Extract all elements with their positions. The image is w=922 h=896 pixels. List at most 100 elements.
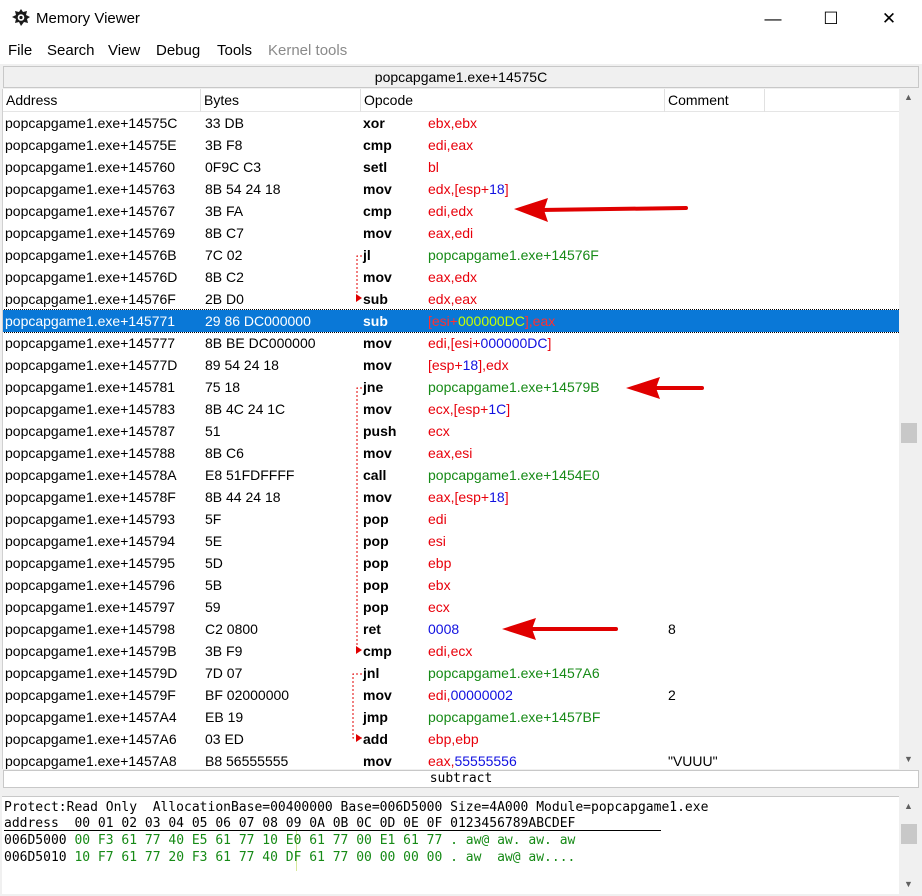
row-bytes: 8B 44 24 18: [205, 489, 281, 505]
disassembler-scrollbar[interactable]: ▲ ▼: [900, 89, 918, 769]
hex-line[interactable]: 006D5000 00 F3 61 77 40 E5 61 77 10 E0 6…: [4, 832, 575, 849]
menu-view[interactable]: View: [108, 42, 140, 59]
cheat-engine-icon: [12, 9, 30, 26]
table-row[interactable]: popcapgame1.exe+14578F 8B 44 24 18 mov eax,…: [3, 486, 899, 508]
table-row[interactable]: popcapgame1.exe+145771 29 86 DC000000 sub […: [3, 309, 899, 333]
row-operands: [esp+18],edx: [428, 354, 509, 376]
scroll-down-icon[interactable]: ▼: [900, 876, 917, 893]
maximize-button[interactable]: ☐: [802, 0, 860, 38]
table-row[interactable]: popcapgame1.exe+145788 8B C6 mov eax,esi: [3, 442, 899, 464]
row-bytes: 5D: [205, 555, 223, 571]
hex-view[interactable]: Protect:Read Only AllocationBase=0040000…: [2, 796, 899, 894]
operand-token: 000000DC: [457, 313, 525, 329]
table-row[interactable]: popcapgame1.exe+145787 51 push ecx: [3, 420, 899, 442]
row-opcode: cmp: [363, 203, 392, 219]
row-address: popcapgame1.exe+145793: [5, 511, 176, 527]
column-comment[interactable]: Comment: [665, 89, 765, 112]
row-operands: eax,esi: [428, 442, 472, 464]
hex-ascii: . aw aw@ aw....: [442, 850, 576, 865]
table-row[interactable]: popcapgame1.exe+145783 8B 4C 24 1C mov ecx,…: [3, 398, 899, 420]
table-row[interactable]: popcapgame1.exe+1457A6 03 ED add ebp,ebp: [3, 728, 899, 750]
row-address: popcapgame1.exe+145796: [5, 577, 176, 593]
row-address: popcapgame1.exe+145798: [5, 621, 176, 637]
row-operands: popcapgame1.exe+14579B: [428, 376, 600, 398]
table-row[interactable]: popcapgame1.exe+14578A E8 51FDFFFF call pop…: [3, 464, 899, 486]
scroll-up-icon[interactable]: ▲: [900, 89, 917, 106]
table-row[interactable]: popcapgame1.exe+14579D 7D 07 jnl popcapgame…: [3, 662, 899, 684]
current-address-header[interactable]: popcapgame1.exe+14575C: [3, 66, 919, 88]
row-address: popcapgame1.exe+14575E: [5, 137, 177, 153]
table-row[interactable]: popcapgame1.exe+145777 8B BE DC000000 mov e…: [3, 332, 899, 354]
menu-bar: File Search View Debug Tools Kernel tool…: [0, 38, 922, 64]
column-opcode[interactable]: Opcode: [361, 89, 665, 112]
operand-token: 00000002: [450, 687, 513, 703]
column-bytes[interactable]: Bytes: [201, 89, 361, 112]
table-row[interactable]: popcapgame1.exe+145796 5B pop ebx: [3, 574, 899, 596]
row-operands: eax,edi: [428, 222, 473, 244]
table-row[interactable]: popcapgame1.exe+145794 5E pop esi: [3, 530, 899, 552]
row-opcode: mov: [363, 225, 392, 241]
table-row[interactable]: popcapgame1.exe+1457A8 B8 56555555 mov eax,…: [3, 750, 899, 769]
row-opcode: sub: [363, 291, 388, 307]
table-row[interactable]: popcapgame1.exe+145797 59 pop ecx: [3, 596, 899, 618]
menu-search[interactable]: Search: [47, 42, 95, 59]
row-operands: edi,edx: [428, 200, 473, 222]
table-row[interactable]: popcapgame1.exe+14579B 3B F9 cmp edi,ecx: [3, 640, 899, 662]
operand-token: 000000DC: [480, 335, 548, 351]
row-address: popcapgame1.exe+14579B: [5, 643, 177, 659]
hex-scrollbar[interactable]: ▲ ▼: [900, 796, 918, 894]
table-row[interactable]: popcapgame1.exe+14576F 2B D0 sub edx,eax: [3, 288, 899, 310]
hex-address: 006D5010: [4, 850, 67, 865]
row-bytes: 8B 54 24 18: [205, 181, 281, 197]
scroll-thumb[interactable]: [901, 423, 917, 443]
scroll-up-icon[interactable]: ▲: [900, 798, 917, 815]
table-row[interactable]: popcapgame1.exe+14579F BF 02000000 mov edi,…: [3, 684, 899, 706]
table-row[interactable]: popcapgame1.exe+14576B 7C 02 jl popcapgame1…: [3, 244, 899, 266]
table-row[interactable]: popcapgame1.exe+14576D 8B C2 mov eax,edx: [3, 266, 899, 288]
scroll-thumb[interactable]: [901, 824, 917, 844]
row-bytes: 3B FA: [205, 203, 244, 219]
row-operands: edi,[esi+000000DC]: [428, 332, 551, 354]
row-operands: eax,[esp+18]: [428, 486, 509, 508]
menu-file[interactable]: File: [8, 42, 32, 59]
row-bytes: 0F9C C3: [205, 159, 262, 175]
row-address: popcapgame1.exe+145763: [5, 181, 176, 197]
operand-token: ]: [504, 181, 509, 197]
row-opcode: call: [363, 467, 387, 483]
row-address: popcapgame1.exe+14577D: [5, 357, 178, 373]
close-button[interactable]: ✕: [860, 0, 918, 38]
hex-ascii: . aw@ aw. aw. aw: [442, 833, 576, 848]
row-bytes: 7D 07: [205, 665, 243, 681]
table-row[interactable]: popcapgame1.exe+1457A4 EB 19 jmp popcapgame…: [3, 706, 899, 728]
hex-line[interactable]: 006D5010 10 F7 61 77 20 F3 61 77 40 DF 6…: [4, 849, 575, 866]
table-row[interactable]: popcapgame1.exe+145781 75 18 jne popcapgame…: [3, 376, 899, 398]
table-row[interactable]: popcapgame1.exe+14575C 33 DB xor ebx,ebx: [3, 112, 899, 134]
scroll-down-icon[interactable]: ▼: [900, 751, 917, 768]
menu-debug[interactable]: Debug: [156, 42, 200, 59]
table-row[interactable]: popcapgame1.exe+145793 5F pop edi: [3, 508, 899, 530]
column-address[interactable]: Address: [3, 89, 201, 112]
table-row[interactable]: popcapgame1.exe+145795 5D pop ebp: [3, 552, 899, 574]
operand-token: popcapgame1.exe+1457A6: [428, 665, 600, 681]
table-row[interactable]: popcapgame1.exe+14575E 3B F8 cmp edi,eax: [3, 134, 899, 156]
menu-tools[interactable]: Tools: [217, 42, 252, 59]
table-row[interactable]: popcapgame1.exe+14577D 89 54 24 18 mov [esp…: [3, 354, 899, 376]
table-row[interactable]: popcapgame1.exe+145769 8B C7 mov eax,edi: [3, 222, 899, 244]
operand-token: eax,edi: [428, 225, 474, 241]
row-address: popcapgame1.exe+145795: [5, 555, 176, 571]
operand-token: eax,[esp+: [428, 489, 490, 505]
disassembler-view[interactable]: Address Bytes Opcode Comment popcapgame1…: [2, 89, 899, 769]
row-address: popcapgame1.exe+14576B: [5, 247, 177, 263]
row-address: popcapgame1.exe+14578A: [5, 467, 177, 483]
table-row[interactable]: popcapgame1.exe+145763 8B 54 24 18 mov edx,…: [3, 178, 899, 200]
operand-token: ]: [504, 489, 509, 505]
operand-token: 1C: [488, 401, 507, 417]
minimize-button[interactable]: —: [744, 0, 802, 38]
table-row[interactable]: popcapgame1.exe+145798 C2 0800 ret 0008 8: [3, 618, 899, 640]
row-opcode: mov: [363, 445, 392, 461]
row-address: popcapgame1.exe+145783: [5, 401, 176, 417]
table-row[interactable]: popcapgame1.exe+145760 0F9C C3 setl bl: [3, 156, 899, 178]
table-row[interactable]: popcapgame1.exe+145767 3B FA cmp edi,edx: [3, 200, 899, 222]
title-bar[interactable]: Memory Viewer — ☐ ✕: [0, 0, 922, 38]
hex-header-underline: [4, 830, 661, 831]
